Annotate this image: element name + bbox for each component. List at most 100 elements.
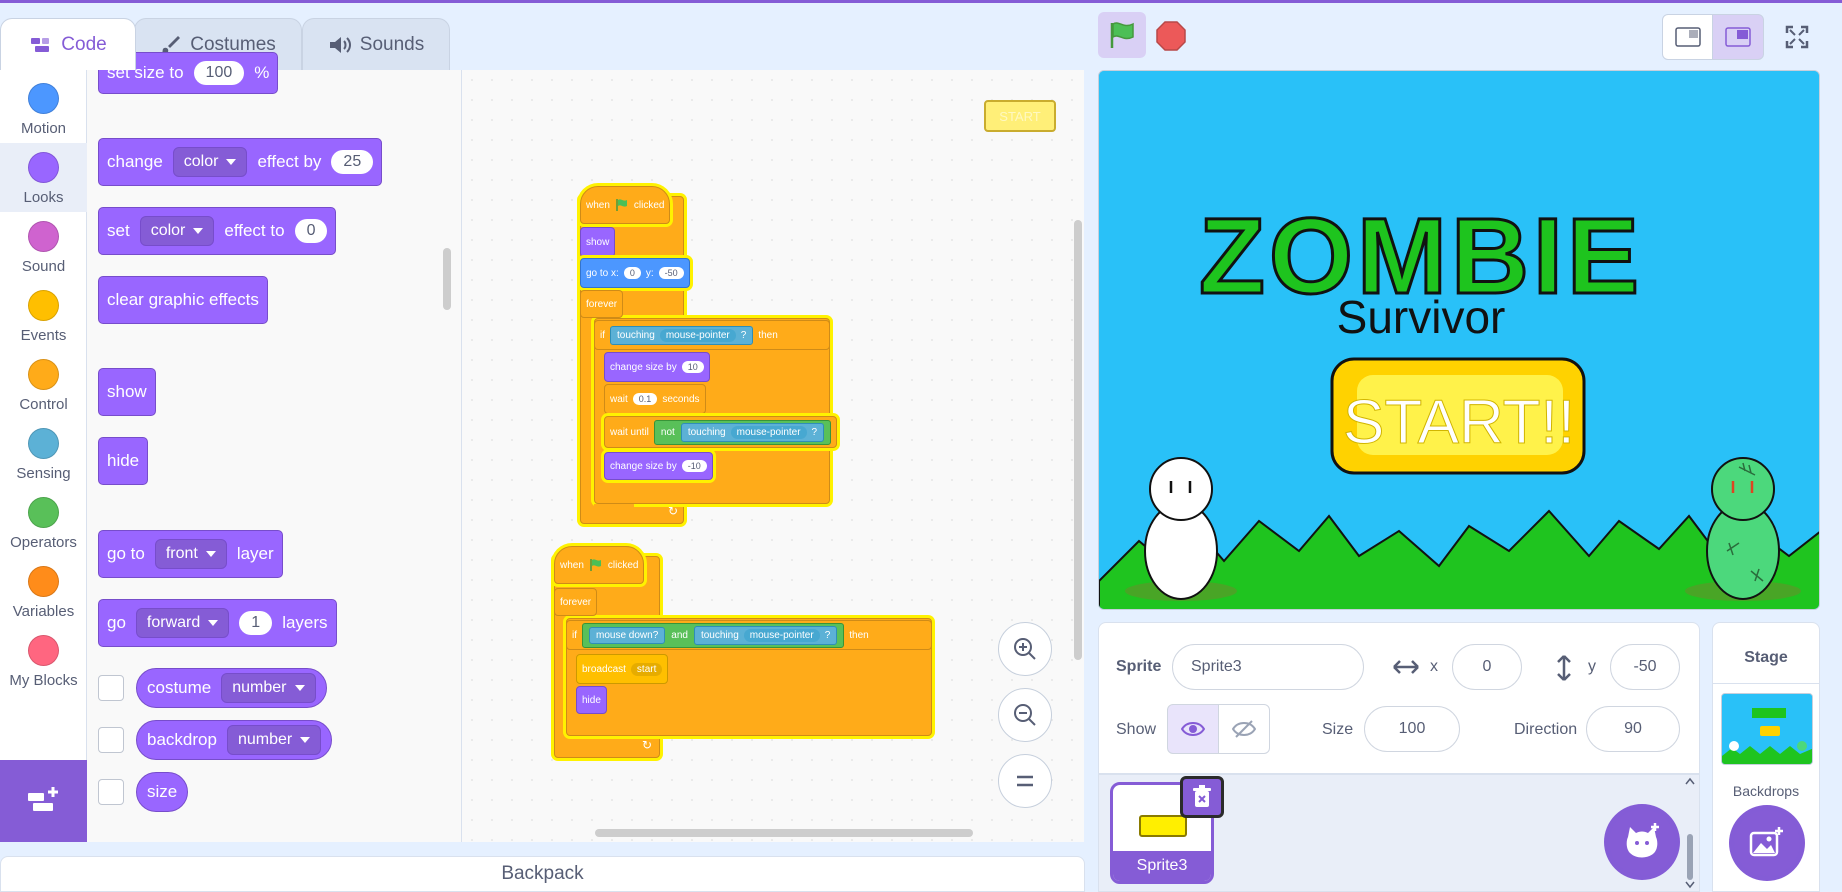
size-value-input[interactable]: 100 — [193, 61, 245, 85]
script-1-if-touching[interactable]: if touching mouse-pointer ? then — [594, 320, 830, 350]
backdrop-option-dropdown[interactable]: number — [226, 725, 322, 755]
tab-code[interactable]: Code — [0, 18, 136, 70]
size-field[interactable]: 100 — [1364, 706, 1460, 752]
sprite-name-field[interactable]: Sprite3 — [1172, 644, 1364, 690]
fullscreen-icon — [1785, 25, 1809, 49]
category-events[interactable]: Events — [0, 281, 87, 350]
script-2-hide[interactable]: hide — [576, 686, 607, 714]
script-2-forever[interactable]: forever — [554, 588, 598, 616]
script-1-wait[interactable]: wait 0.1 seconds — [604, 384, 706, 414]
category-variables[interactable]: Variables — [0, 557, 87, 626]
layer-dropdown[interactable]: front — [154, 539, 227, 569]
block-hide[interactable]: hide — [98, 437, 149, 485]
block-text: forever — [586, 298, 618, 310]
delete-sprite-button[interactable] — [1180, 776, 1224, 818]
touching-condition[interactable]: touching mouse-pointer ? — [693, 625, 838, 645]
sprite-list-scrollbar[interactable] — [1682, 774, 1698, 892]
not-operator[interactable]: not touching mouse-pointer ? — [653, 419, 832, 445]
category-operators[interactable]: Operators — [0, 488, 87, 557]
tab-sounds[interactable]: Sounds — [302, 18, 450, 70]
mouse-down-condition[interactable]: mouse down? — [589, 626, 666, 644]
effect-value-input[interactable]: 0 — [294, 219, 328, 243]
effect-value-input[interactable]: 25 — [331, 150, 374, 174]
costume-option-dropdown[interactable]: number — [221, 673, 316, 703]
category-label: Sound — [21, 258, 66, 275]
script-1-change-size-10[interactable]: change size by 10 — [604, 352, 710, 382]
category-control[interactable]: Control — [0, 350, 87, 419]
zoom-out-button[interactable] — [998, 688, 1052, 742]
block-text: when — [560, 559, 584, 571]
script-2-if-mouse-touching[interactable]: if mouse down? and touching mouse-pointe… — [566, 620, 932, 650]
touching-condition[interactable]: touching mouse-pointer ? — [680, 422, 825, 442]
script-1-change-size-neg10[interactable]: change size by -10 — [604, 452, 713, 480]
category-my-blocks[interactable]: My Blocks — [0, 626, 87, 695]
and-operator[interactable]: mouse down? and touching mouse-pointer ? — [582, 622, 845, 648]
message-dropdown[interactable]: start — [630, 662, 663, 676]
block-text: y: — [645, 267, 654, 279]
effect-dropdown[interactable]: color — [139, 216, 215, 246]
block-text: then — [758, 329, 778, 341]
x-input[interactable]: 0 — [623, 267, 641, 279]
direction-field[interactable]: 90 — [1586, 706, 1680, 752]
palette-scrollbar[interactable] — [443, 248, 451, 310]
block-go-layers[interactable]: go forward 1 layers — [98, 599, 337, 647]
reporter-costume[interactable]: costume number — [136, 668, 327, 708]
size-change-input[interactable]: 10 — [681, 361, 704, 373]
category-looks[interactable]: Looks — [0, 143, 87, 212]
block-change-effect[interactable]: change color effect by 25 — [98, 138, 383, 186]
zoom-reset-button[interactable] — [998, 754, 1052, 808]
script-2-when-flag-clicked[interactable]: when clicked — [554, 546, 645, 584]
sprite-label: Sprite — [1116, 658, 1162, 675]
show-hidden-toggle[interactable] — [1218, 704, 1270, 754]
add-sprite-button[interactable] — [1604, 804, 1680, 880]
direction-dropdown[interactable]: forward — [135, 608, 230, 638]
sprite-name-value: Sprite3 — [1191, 658, 1242, 675]
category-sensing[interactable]: Sensing — [0, 419, 87, 488]
wait-seconds-input[interactable]: 0.1 — [632, 393, 658, 405]
script-1-forever[interactable]: forever — [580, 290, 624, 318]
fullscreen-button[interactable] — [1774, 14, 1820, 60]
script-2-broadcast[interactable]: broadcast start — [576, 654, 669, 684]
reporter-size[interactable]: size — [136, 772, 189, 812]
layers-value-input[interactable]: 1 — [239, 611, 273, 635]
stop-button[interactable] — [1155, 20, 1187, 57]
backdrop-checkbox[interactable] — [98, 727, 124, 753]
script-1-go-to-xy[interactable]: go to x: 0 y: -50 — [580, 258, 690, 288]
effect-dropdown[interactable]: color — [172, 147, 248, 177]
direction-label: Direction — [1514, 721, 1578, 738]
green-flag-button[interactable] — [1098, 12, 1146, 58]
stage-selector-panel[interactable]: Stage Backdrops — [1712, 622, 1820, 892]
normal-stage-button[interactable] — [1712, 14, 1764, 60]
target-dropdown[interactable]: mouse-pointer — [659, 328, 736, 342]
block-clear-graphic-effects[interactable]: clear graphic effects — [98, 276, 268, 324]
target-dropdown[interactable]: mouse-pointer — [743, 628, 820, 642]
touching-condition[interactable]: touching mouse-pointer ? — [610, 325, 754, 345]
reporter-backdrop[interactable]: backdrop number — [136, 720, 333, 760]
y-position-field[interactable]: -50 — [1610, 644, 1680, 690]
category-motion[interactable]: Motion — [0, 74, 87, 143]
script-1-show[interactable]: show — [580, 227, 616, 257]
block-go-to-layer[interactable]: go to front layer — [98, 530, 283, 578]
add-backdrop-button[interactable] — [1729, 805, 1805, 881]
add-extension-button[interactable] — [0, 760, 87, 842]
costume-checkbox[interactable] — [98, 675, 124, 701]
x-position-field[interactable]: 0 — [1452, 644, 1522, 690]
small-stage-button[interactable] — [1662, 14, 1714, 60]
category-sound[interactable]: Sound — [0, 212, 87, 281]
script-1-when-flag-clicked[interactable]: when clicked — [580, 186, 671, 224]
zoom-in-button[interactable] — [998, 622, 1052, 676]
script-vertical-scrollbar[interactable] — [1074, 220, 1082, 660]
block-set-effect[interactable]: set color effect to 0 — [98, 207, 337, 255]
script-1-wait-until[interactable]: wait until not touching mouse-pointer ? — [604, 416, 838, 448]
stage-canvas[interactable]: ZOMBIE Survivor START!! — [1098, 70, 1820, 610]
target-dropdown[interactable]: mouse-pointer — [730, 425, 807, 439]
y-input[interactable]: -50 — [658, 267, 684, 279]
show-visible-toggle[interactable] — [1167, 704, 1219, 754]
size-change-input[interactable]: -10 — [681, 460, 707, 472]
backpack-bar[interactable]: Backpack — [0, 856, 1085, 892]
script-horizontal-scrollbar[interactable] — [595, 829, 973, 837]
backdrop-thumbnail[interactable] — [1721, 693, 1813, 765]
block-show[interactable]: show — [98, 368, 156, 416]
size-checkbox[interactable] — [98, 779, 124, 805]
block-text: touching — [700, 629, 739, 641]
